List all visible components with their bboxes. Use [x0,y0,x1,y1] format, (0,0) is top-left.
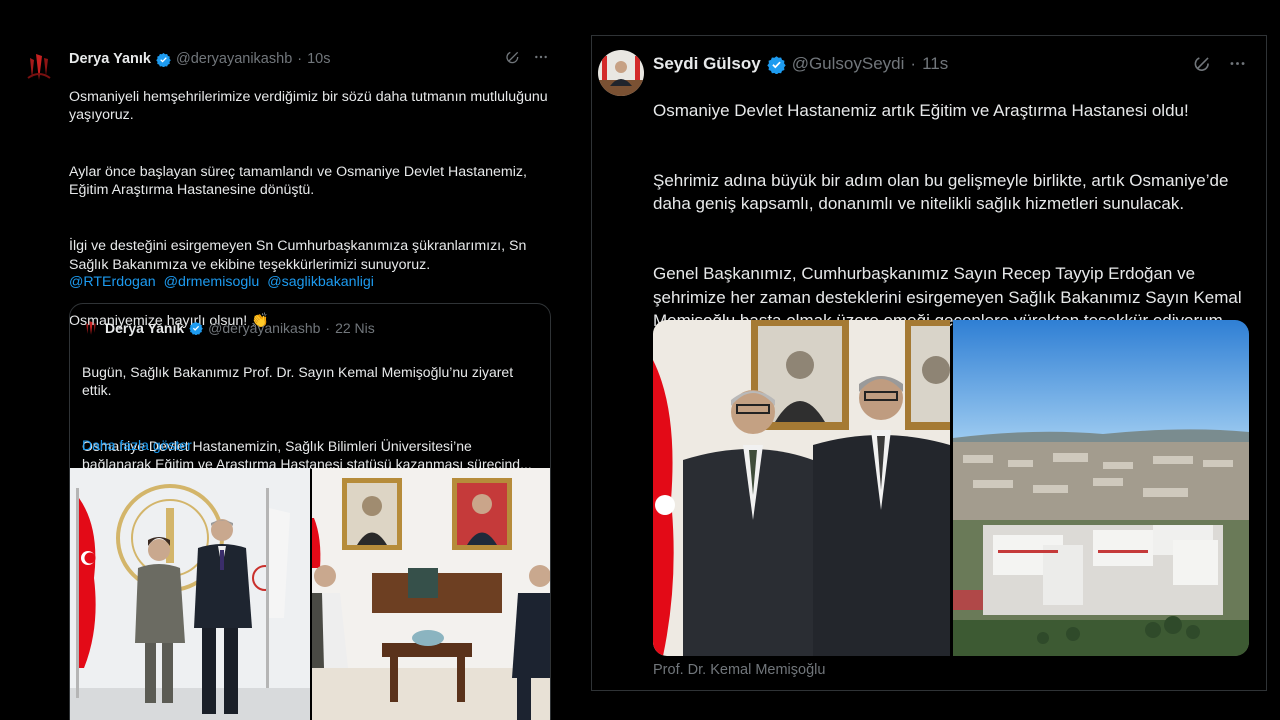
tweet-header: Seydi Gülsoy @GulsoySeydi · 11s [653,52,1253,76]
author-name[interactable]: Derya Yanık [69,51,151,67]
mention-link[interactable]: @drmemisoglu [164,274,260,290]
tweet-paragraph: Şehrimiz adına büyük bir adım olan bu ge… [653,171,1229,214]
more-icon[interactable] [1228,54,1247,73]
separator-dot: · [325,320,331,336]
avatar[interactable] [22,48,56,86]
author-handle: @deryayanikashb [208,320,321,336]
avatar[interactable] [598,50,644,96]
mention-link[interactable]: @saglikbakanligi [267,274,374,290]
tweet-time: 22 Nis [335,320,375,336]
author-handle[interactable]: @GulsoySeydi [792,54,905,74]
quoted-tweet-header: Derya Yanık @deryayanikashb · 22 Nis [82,318,375,338]
quoted-tweet[interactable]: Derya Yanık @deryayanikashb · 22 Nis Bug… [69,303,551,720]
show-more-link[interactable]: Daha fazla göster [82,437,192,453]
more-icon[interactable] [533,49,549,65]
tweet-paragraph: Osmaniye Devlet Hastanemiz artık Eğitim … [653,101,1189,121]
tweet-paragraph: Bugün, Sağlık Bakanımız Prof. Dr. Sayın … [82,363,514,399]
mentions: @RTErdogan @drmemisoglu @saglikbakanligi [69,274,378,290]
media-photo[interactable] [312,468,550,720]
avatar [82,318,100,338]
right-tweet[interactable]: Seydi Gülsoy @GulsoySeydi · 11s Osmaniye… [591,35,1267,691]
left-tweet[interactable]: Derya Yanık @deryayanikashb · 10s Osmani… [0,0,570,720]
verified-badge-icon [189,321,203,335]
media-photo[interactable] [653,320,950,656]
separator-dot: · [910,54,917,73]
tweet-paragraph: İlgi ve desteğini esirgemeyen Sn Cumhurb… [69,238,527,273]
author-handle[interactable]: @deryayanikashb [176,51,292,67]
media-photo[interactable] [70,468,310,720]
tweet-paragraph: Aylar önce başlayan süreç tamamlandı ve … [69,163,527,199]
grok-icon[interactable] [1193,54,1212,73]
mention-link[interactable]: @RTErdogan [69,274,156,290]
verified-badge-icon [156,52,171,67]
separator-dot: · [297,51,303,67]
tweet-paragraph: Osmaniyeli hemşehrilerimize verdiğimiz b… [69,88,548,124]
tweet-time[interactable]: 10s [307,51,330,67]
verified-badge-icon [767,55,786,74]
author-name: Derya Yanık [105,320,185,336]
grok-icon[interactable] [505,49,521,65]
media-caption: Prof. Dr. Kemal Memişoğlu [653,662,826,678]
media-photo[interactable] [953,320,1249,656]
author-name[interactable]: Seydi Gülsoy [653,54,761,74]
tweet-header: Derya Yanık @deryayanikashb · 10s [69,49,559,69]
tweet-time[interactable]: 11s [922,54,948,74]
